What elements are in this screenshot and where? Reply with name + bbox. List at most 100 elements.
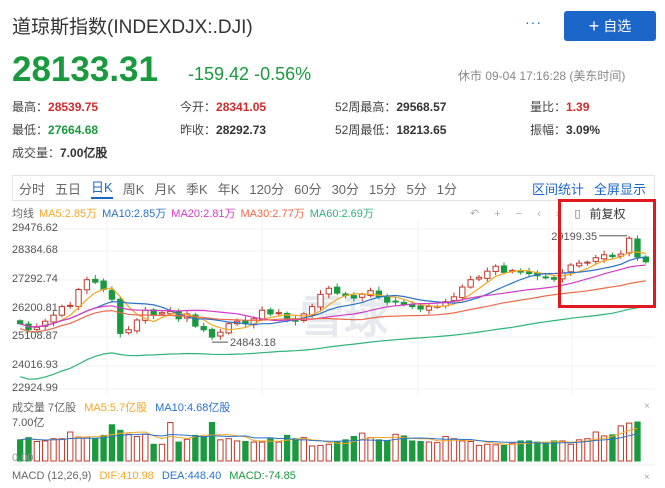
y-tick-label: 26200.81: [12, 302, 58, 314]
volume-bar: [58, 438, 66, 462]
volume-bar: [208, 422, 216, 462]
candle-down: [267, 309, 274, 315]
volume-bar: [258, 441, 266, 462]
volume-bar: [292, 438, 299, 462]
tab-5[interactable]: 季K: [186, 179, 208, 198]
candle-up: [492, 265, 499, 273]
volume-bar: [33, 441, 41, 462]
volume-bar: [325, 443, 333, 462]
tab-3[interactable]: 周K: [123, 179, 145, 198]
stat-label: 今开：: [180, 100, 217, 114]
tab-11[interactable]: 5分: [407, 179, 427, 198]
volume-bar: [108, 424, 116, 462]
zoom-in-icon[interactable]: +: [494, 208, 500, 220]
ma-legend: 均线 MA5:2.85万 MA10:2.85万 MA20:2.81万 MA30:2.77…: [12, 205, 374, 221]
fullscreen-link[interactable]: 全屏显示: [594, 179, 646, 198]
volume-ma10: MA10:4.68亿股: [155, 402, 231, 414]
volume-bar: [500, 444, 508, 462]
add-watchlist-button[interactable]: + 自选: [564, 11, 656, 41]
volume-bar: [75, 436, 82, 462]
macd-title: MACD (12,26,9): [12, 470, 92, 482]
volume-bar: [450, 438, 458, 462]
candle-down: [550, 277, 558, 280]
tab-2[interactable]: 日K: [91, 177, 113, 199]
candle-up: [225, 323, 232, 334]
stat-label: 52周最低：: [335, 123, 397, 137]
current-price: 28133.31: [12, 50, 158, 89]
volume-bar: [192, 434, 199, 462]
candle-up: [67, 304, 74, 307]
volume-bar: [392, 433, 399, 462]
candle-up: [50, 314, 57, 323]
tab-9[interactable]: 30分: [332, 179, 359, 198]
y-tick-label: 29476.62: [12, 222, 58, 234]
volume-bar: [384, 440, 391, 462]
prev-icon[interactable]: ‹: [537, 208, 541, 220]
volume-bar: [367, 437, 374, 462]
volume-bar: [567, 443, 574, 462]
tab-1[interactable]: 五日: [55, 179, 81, 198]
stat-value: 27664.68: [48, 123, 99, 137]
volume-bar: [542, 442, 549, 462]
zoom-out-icon[interactable]: −: [516, 208, 522, 220]
volume-zero-label: 0.00: [12, 452, 34, 464]
close-macd-icon[interactable]: ×: [644, 472, 650, 483]
plus-icon: +: [588, 15, 600, 36]
undo-icon[interactable]: ↶: [470, 207, 479, 220]
candle-down: [92, 278, 99, 283]
candle-down: [208, 328, 216, 338]
stat-item: 52周最高：29568.57: [335, 98, 446, 115]
tab-0[interactable]: 分时: [19, 179, 45, 198]
volume-bar: [509, 442, 516, 462]
volume-max-label: 7.00亿: [12, 417, 45, 429]
tab-10[interactable]: 15分: [369, 179, 396, 198]
more-button[interactable]: ···: [525, 14, 542, 30]
ma-legend-item: MA60:2.69万: [309, 208, 374, 220]
stat-label: 昨收：: [180, 123, 217, 137]
candle-up: [467, 279, 474, 288]
tab-4[interactable]: 月K: [154, 179, 176, 198]
volume-bar: [525, 440, 533, 462]
close-volume-icon[interactable]: ×: [644, 401, 650, 412]
candle-down: [384, 295, 391, 303]
tab-6[interactable]: 年K: [218, 179, 240, 198]
volume-bar: [359, 432, 366, 462]
volume-bar: [409, 440, 416, 462]
stat-item: 最低：27664.68: [12, 121, 98, 138]
stat-label: 振幅：: [530, 123, 567, 137]
volume-bar: [634, 421, 641, 462]
tab-12[interactable]: 1分: [437, 179, 457, 198]
y-tick-label: 28384.68: [12, 244, 58, 256]
candle-down: [17, 320, 24, 325]
candle-up: [75, 288, 82, 307]
stat-value: 3.09%: [566, 123, 601, 137]
low-annotation: 24843.18: [230, 337, 276, 349]
volume-bar: [92, 438, 99, 462]
volume-bar: [267, 438, 274, 462]
volume-bar: [559, 440, 566, 462]
stat-value: 29568.57: [396, 100, 447, 114]
volume-bar: [142, 433, 149, 462]
volume-bar: [375, 439, 383, 462]
stat-item: 今开：28341.05: [180, 98, 266, 115]
stat-value: 28539.75: [48, 100, 99, 114]
candle-down: [100, 280, 107, 290]
stat-item: 量比：1.39: [530, 98, 589, 115]
tab-8[interactable]: 60分: [294, 179, 321, 198]
ma-legend-item: MA30:2.77万: [240, 208, 305, 220]
tab-7[interactable]: 120分: [249, 179, 284, 198]
candle-up: [475, 276, 483, 280]
candle-up: [459, 286, 466, 299]
volume-bar: [484, 443, 491, 462]
ma-legend-item: MA5:2.85万: [39, 208, 98, 220]
price-change: -159.42 -0.56%: [188, 64, 311, 85]
volume-bar: [158, 443, 166, 462]
candle-down: [517, 270, 524, 273]
y-tick-label: 22924.99: [12, 382, 58, 394]
candle-down: [542, 276, 549, 279]
volume-bar: [317, 444, 324, 462]
range-stats-link[interactable]: 区间统计: [532, 179, 584, 198]
candle-down: [417, 305, 424, 310]
candle-up: [425, 306, 433, 311]
candle-up: [317, 293, 324, 308]
